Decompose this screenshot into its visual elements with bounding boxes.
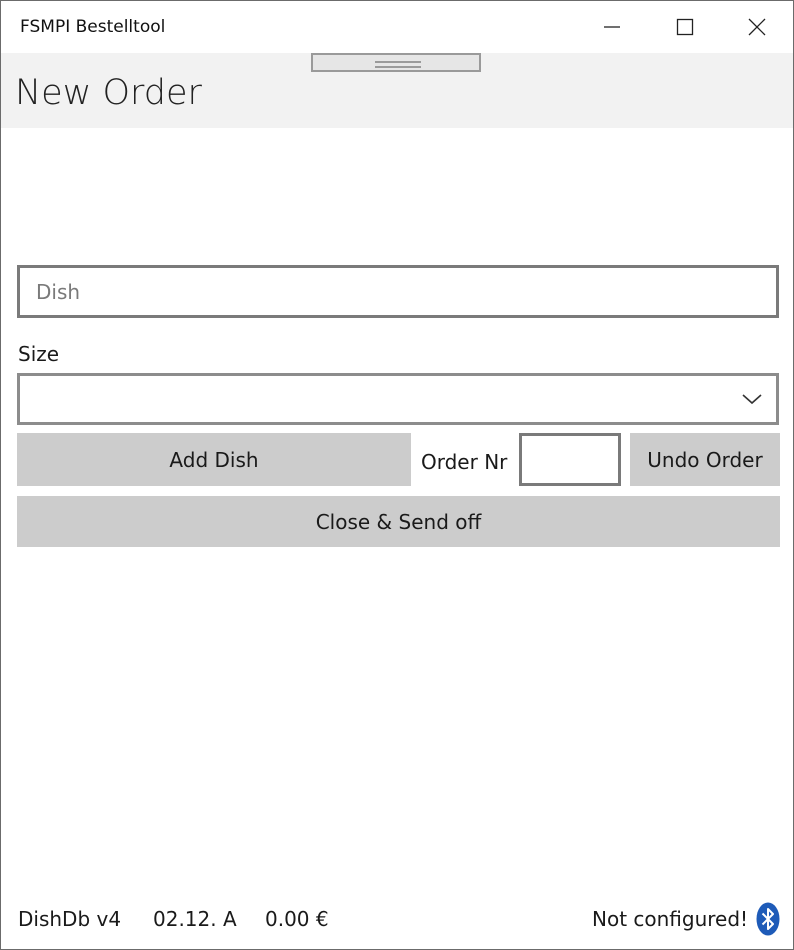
- app-window: FSMPI Bestelltool New Order Size Add Dis…: [0, 0, 794, 950]
- chevron-down-icon: [742, 394, 762, 405]
- total-price-label: 0.00 €: [265, 907, 329, 931]
- minimize-icon: [604, 26, 620, 28]
- close-window-button[interactable]: [721, 1, 793, 53]
- maximize-icon: [676, 18, 694, 36]
- undo-order-button[interactable]: Undo Order: [630, 433, 780, 486]
- title-bar[interactable]: FSMPI Bestelltool: [1, 1, 793, 53]
- minimize-button[interactable]: [576, 1, 648, 53]
- dish-input[interactable]: [17, 265, 779, 318]
- page-header: New Order: [1, 53, 793, 128]
- grip-line: [375, 66, 421, 68]
- bluetooth-icon[interactable]: [756, 902, 780, 936]
- date-label: 02.12. A: [153, 907, 237, 931]
- order-nr-input[interactable]: [519, 433, 621, 486]
- grip-line: [375, 61, 421, 63]
- close-icon: [748, 18, 766, 36]
- page-title: New Order: [15, 73, 202, 113]
- order-nr-label: Order Nr: [421, 450, 508, 474]
- size-dropdown[interactable]: [17, 373, 779, 425]
- size-label: Size: [18, 342, 60, 366]
- drag-handle[interactable]: [311, 53, 481, 72]
- add-dish-button[interactable]: Add Dish: [17, 433, 411, 486]
- close-send-button[interactable]: Close & Send off: [17, 496, 780, 547]
- maximize-button[interactable]: [649, 1, 721, 53]
- config-status-label: Not configured!: [592, 907, 749, 931]
- window-title: FSMPI Bestelltool: [20, 17, 166, 37]
- db-version-label: DishDb v4: [18, 907, 122, 931]
